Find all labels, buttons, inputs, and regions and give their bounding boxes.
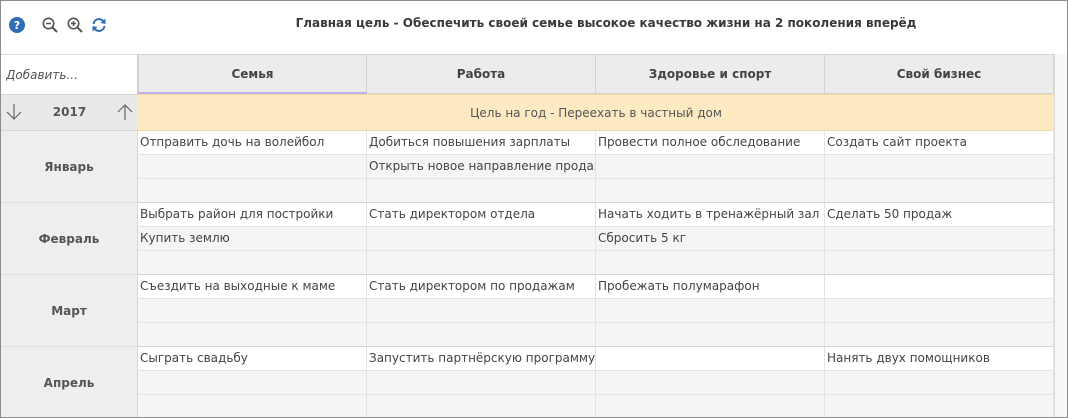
svg-text:?: ? [14, 19, 20, 32]
task-cell[interactable] [596, 179, 825, 203]
month-label-march: Март [1, 275, 138, 347]
task-cell[interactable]: Отправить дочь на волейбол [138, 131, 367, 155]
task-cell[interactable] [596, 395, 825, 417]
task-cell[interactable] [367, 251, 596, 275]
task-cell[interactable]: Стать директором по продажам [367, 275, 596, 299]
task-cell[interactable] [596, 251, 825, 275]
column-header-business[interactable]: Свой бизнес [825, 54, 1054, 94]
task-cell[interactable] [138, 323, 367, 347]
task-cell[interactable] [367, 371, 596, 395]
task-cell[interactable]: Пробежать полумарафон [596, 275, 825, 299]
task-cell[interactable] [367, 179, 596, 203]
task-cell[interactable]: Открыть новое направление продаж [367, 155, 596, 179]
task-cell[interactable] [138, 299, 367, 323]
task-cell[interactable]: Сбросить 5 кг [596, 227, 825, 251]
task-cell[interactable] [138, 251, 367, 275]
task-cell[interactable]: Съездить на выходные к маме [138, 275, 367, 299]
task-cell[interactable] [367, 299, 596, 323]
main-goal-title: Главная цель - Обеспечить своей семье вы… [295, 16, 917, 30]
task-cell[interactable] [367, 227, 596, 251]
month-label-february: Февраль [1, 203, 138, 275]
task-cell[interactable] [825, 251, 1054, 275]
task-cell[interactable] [367, 323, 596, 347]
task-cell[interactable]: Выбрать район для постройки [138, 203, 367, 227]
task-cell[interactable] [596, 155, 825, 179]
month-label-january: Январь [1, 131, 138, 203]
top-toolbar: ? Главная цель - Обеспечить своей семье … [1, 1, 1067, 54]
task-cell[interactable]: Стать директором отдела [367, 203, 596, 227]
year-goal: Цель на год - Переехать в частный дом [138, 94, 1054, 131]
zoom-in-icon[interactable] [66, 16, 84, 34]
year-row-header: 2017 [1, 94, 138, 131]
task-cell[interactable]: Запустить партнёрскую программу [367, 347, 596, 371]
column-header-work[interactable]: Работа [367, 54, 596, 94]
help-icon[interactable]: ? [8, 16, 26, 34]
planner-window: ? Главная цель - Обеспечить своей семье … [0, 0, 1068, 418]
column-header-health[interactable]: Здоровье и спорт [596, 54, 825, 94]
refresh-icon[interactable] [90, 16, 108, 34]
task-cell[interactable] [825, 155, 1054, 179]
task-cell[interactable] [596, 347, 825, 371]
task-cell[interactable] [825, 227, 1054, 251]
task-cell[interactable]: Создать сайт проекта [825, 131, 1054, 155]
task-cell[interactable] [596, 323, 825, 347]
task-cell[interactable]: Добиться повышения зарплаты [367, 131, 596, 155]
task-cell[interactable]: Купить землю [138, 227, 367, 251]
task-cell[interactable]: Сделать 50 продаж [825, 203, 1054, 227]
task-cell[interactable] [138, 155, 367, 179]
arrow-up-icon[interactable] [115, 102, 135, 122]
month-label-april: Апрель [1, 347, 138, 417]
add-input[interactable] [1, 55, 137, 94]
task-cell[interactable] [596, 371, 825, 395]
task-cell[interactable]: Провести полное обследование [596, 131, 825, 155]
task-cell[interactable] [825, 299, 1054, 323]
vertical-scrollbar[interactable] [1054, 54, 1067, 417]
task-cell[interactable] [825, 371, 1054, 395]
task-cell[interactable] [825, 179, 1054, 203]
column-header-family[interactable]: Семья [138, 54, 367, 94]
zoom-out-icon[interactable] [41, 16, 59, 34]
task-cell[interactable] [596, 299, 825, 323]
task-cell[interactable]: Нанять двух помощников [825, 347, 1054, 371]
add-field-container [1, 54, 138, 94]
task-cell[interactable] [825, 323, 1054, 347]
task-cell[interactable]: Сыграть свадьбу [138, 347, 367, 371]
task-cell[interactable] [825, 275, 1054, 299]
task-cell[interactable] [138, 179, 367, 203]
task-cell[interactable] [138, 395, 367, 417]
task-cell[interactable] [825, 395, 1054, 417]
task-cell[interactable] [138, 371, 367, 395]
task-cell[interactable] [367, 395, 596, 417]
task-cell[interactable]: Начать ходить в тренажёрный зал [596, 203, 825, 227]
